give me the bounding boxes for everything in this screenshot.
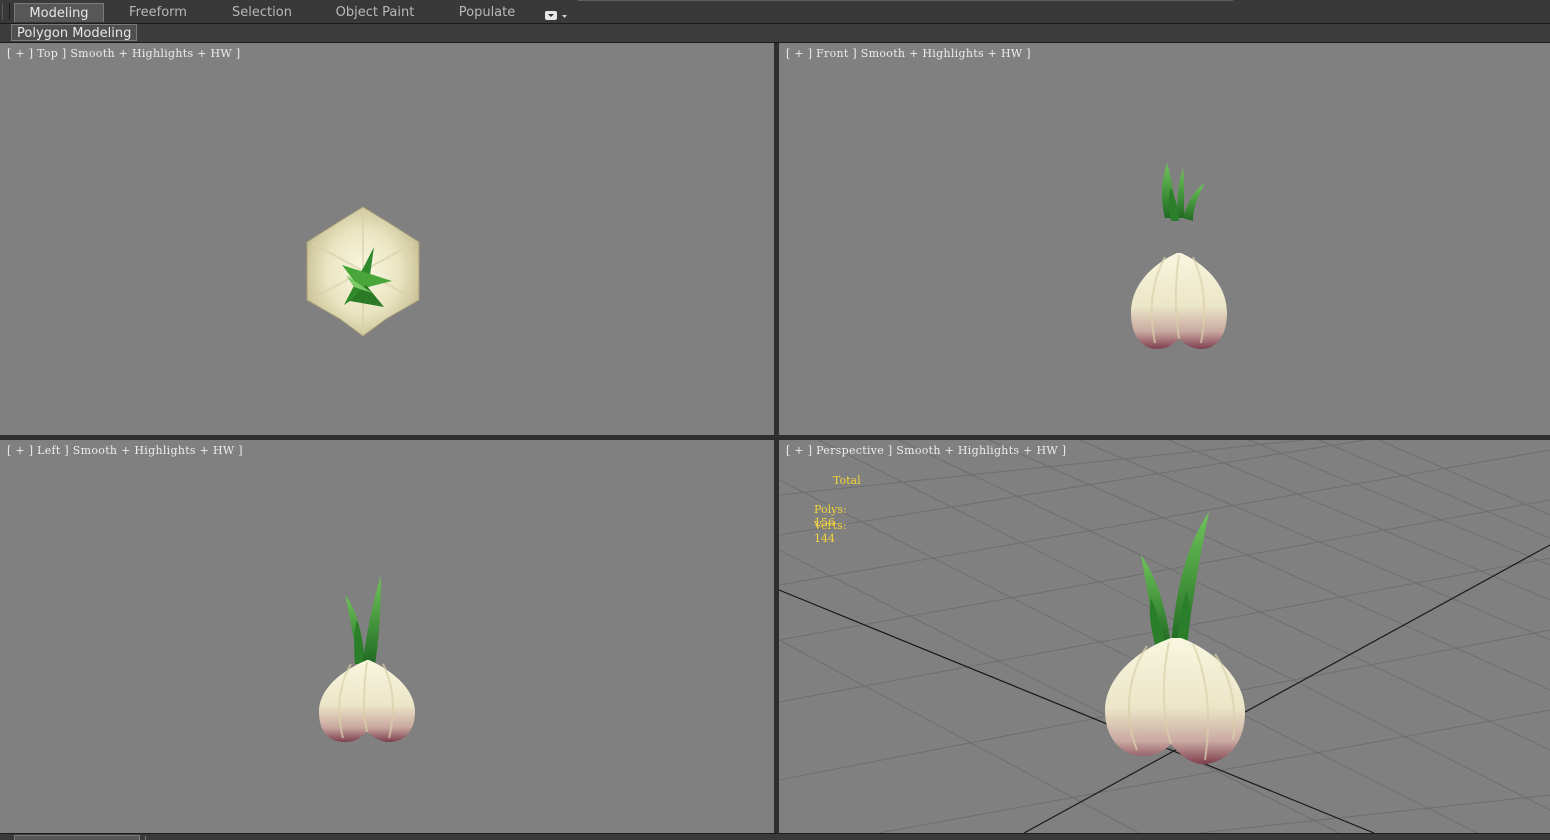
garlic-model-front-view[interactable] [779,43,1550,435]
time-slider[interactable] [14,835,140,840]
stats-verts-value: 144 [813,532,835,545]
ribbon-divider [578,0,1233,1]
viewport-left[interactable]: [ + ] Left ] Smooth + Highlights + HW ] [0,440,774,833]
tab-selection[interactable]: Selection [222,3,302,22]
garlic-model-top-view[interactable] [0,43,774,435]
viewport-perspective[interactable]: [ + ] Perspective ] Smooth + Highlights … [779,440,1550,833]
viewport-label-perspective[interactable]: [ + ] Perspective ] Smooth + Highlights … [786,444,1066,457]
ribbon-options-dropdown[interactable] [543,7,571,20]
ribbon-grip-handle[interactable] [2,3,10,20]
ribbon-options-icon [545,11,567,20]
garlic-model-left-view[interactable] [0,440,774,833]
viewport-top[interactable]: [ + ] Top ] Smooth + Highlights + HW ] [0,43,774,435]
max-app-window: Modeling Freeform Selection Object Paint… [0,0,1550,840]
viewport-front[interactable]: [ + ] Front ] Smooth + Highlights + HW ] [779,43,1550,435]
tab-populate[interactable]: Populate [448,3,526,22]
ribbon-panel-bar: Polygon Modeling [0,24,1550,43]
garlic-model-perspective-view[interactable] [779,440,1550,833]
timeline-bar [0,833,1550,840]
chevron-down-icon [562,15,567,18]
tab-modeling[interactable]: Modeling [14,3,104,22]
tab-object-paint[interactable]: Object Paint [326,3,424,22]
tab-freeform[interactable]: Freeform [116,3,200,22]
stats-total-header: Total [833,474,861,487]
polygon-modeling-panel-tab[interactable]: Polygon Modeling [11,24,138,41]
time-slider-next-button[interactable] [145,836,152,840]
viewport-splitter-horizontal[interactable] [0,435,1550,440]
stats-verts-label: Verts: [813,519,847,532]
ribbon-tab-bar: Modeling Freeform Selection Object Paint… [0,0,1550,24]
stats-verts: Verts: 144 [793,506,846,558]
